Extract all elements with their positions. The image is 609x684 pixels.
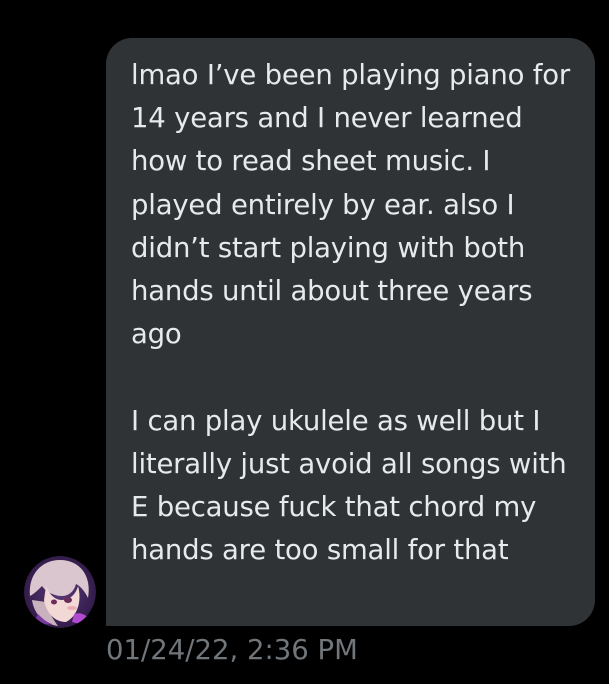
message-bubble[interactable]: lmao I’ve been playing piano for 14 year… bbox=[106, 38, 595, 626]
message-text-paragraph-2: I can play ukulele as well but I literal… bbox=[131, 404, 567, 567]
message-timestamp: 01/24/22, 2:36 PM bbox=[106, 634, 358, 666]
message-text-paragraph-1: lmao I’ve been playing piano for 14 year… bbox=[131, 59, 570, 351]
user-avatar-illustration-icon bbox=[24, 556, 96, 628]
sender-avatar[interactable] bbox=[24, 556, 96, 628]
